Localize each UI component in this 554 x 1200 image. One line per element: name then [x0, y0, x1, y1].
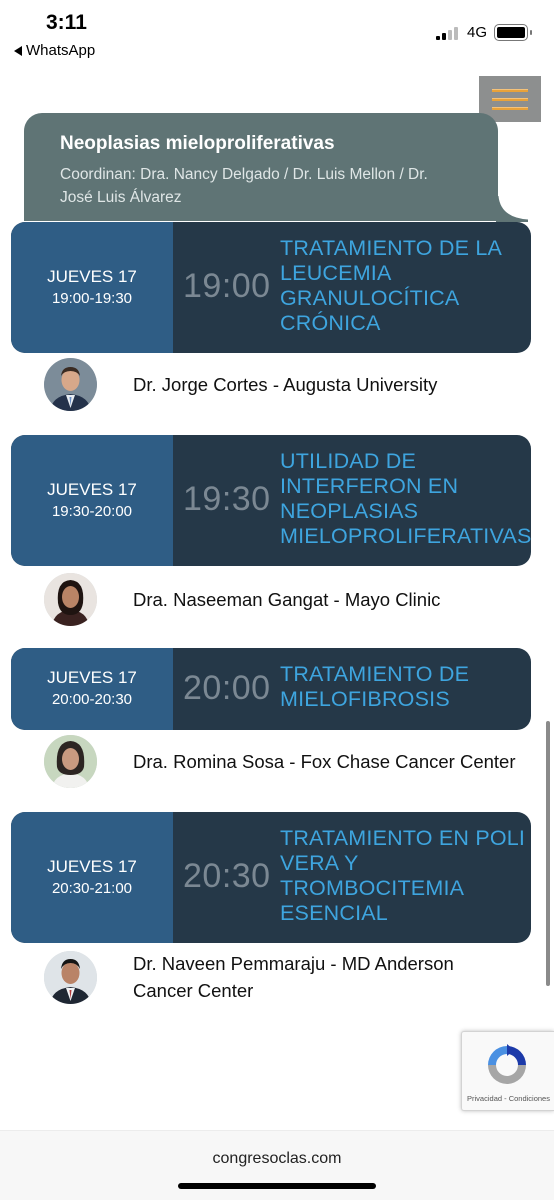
- session-card[interactable]: JUEVES 17 20:30-21:00 20:30 TRATAMIENTO …: [11, 812, 531, 943]
- session-date: JUEVES 17 20:30-21:00: [11, 812, 173, 943]
- clock: 3:11: [46, 11, 87, 34]
- session-title: TRATAMIENTO DE LA LEUCEMIA GRANULOCÍTICA…: [280, 236, 501, 335]
- avatar: [44, 573, 97, 626]
- session-day: JUEVES 17: [47, 479, 137, 499]
- address-bar[interactable]: congresoclas.com: [0, 1150, 554, 1168]
- speaker-row: Dr. Naveen Pemmaraju - MD Anderson Cance…: [44, 950, 544, 1004]
- session-date: JUEVES 17 19:00-19:30: [11, 222, 173, 353]
- speaker-name: Dra. Naseeman Gangat - Mayo Clinic: [133, 589, 441, 610]
- session-range: 19:30-20:00: [51, 502, 133, 520]
- session-title: UTILIDAD DE INTERFERON EN NEOPLASIAS MIE…: [280, 449, 531, 548]
- hamburger-icon: [492, 88, 528, 92]
- speaker-row: Dra. Naseeman Gangat - Mayo Clinic: [44, 573, 544, 626]
- recaptcha-logo-icon: [488, 1044, 526, 1084]
- avatar: [44, 358, 97, 411]
- session-date: JUEVES 17 20:00-20:30: [11, 648, 173, 730]
- session-range: 20:00-20:30: [51, 691, 133, 708]
- session-card[interactable]: JUEVES 17 19:00-19:30 19:00 TRATAMIENTO …: [11, 222, 531, 353]
- session-range: 20:30-21:00: [51, 879, 133, 897]
- back-to-app-link[interactable]: WhatsApp: [14, 42, 95, 59]
- session-hour: 19:00: [183, 267, 271, 305]
- session-hour: 19:30: [183, 480, 271, 518]
- browser-bottom-bar: congresoclas.com: [0, 1130, 554, 1200]
- speaker-name: Dr. Jorge Cortes - Augusta University: [133, 374, 438, 395]
- scrollbar[interactable]: [546, 721, 550, 986]
- header-corner-decoration: [496, 196, 528, 222]
- session-date: JUEVES 17 19:30-20:00: [11, 435, 173, 566]
- session-day: JUEVES 17: [47, 266, 137, 286]
- session-title: TRATAMIENTO DE MIELOFIBROSIS: [280, 662, 470, 711]
- back-app-label: WhatsApp: [26, 42, 96, 59]
- block-header: Neoplasias mieloproliferativas Coordinan…: [24, 113, 498, 221]
- session-hour: 20:00: [183, 669, 271, 707]
- session-title: TRATAMIENTO EN POLI VERA Y TROMBOCITEMIA…: [280, 826, 526, 925]
- speaker-row: Dra. Romina Sosa - Fox Chase Cancer Cent…: [44, 735, 544, 788]
- avatar: [44, 735, 97, 788]
- speaker-row: Dr. Jorge Cortes - Augusta University: [44, 358, 544, 411]
- back-arrow-icon: [14, 45, 22, 56]
- speaker-name: Dra. Romina Sosa - Fox Chase Cancer Cent…: [133, 751, 516, 772]
- signal-icon: [436, 27, 458, 40]
- home-indicator[interactable]: [178, 1183, 376, 1189]
- recaptcha-legal[interactable]: Privacidad - Condiciones: [462, 1094, 554, 1103]
- recaptcha-badge[interactable]: Privacidad - Condiciones: [461, 1031, 554, 1111]
- session-card[interactable]: JUEVES 17 20:00-20:30 20:00 TRATAMIENTO …: [11, 648, 531, 730]
- avatar: [44, 950, 97, 1004]
- status-bar: 3:11 WhatsApp 4G: [0, 0, 554, 66]
- block-title: Neoplasias mieloproliferativas: [60, 133, 335, 154]
- session-card[interactable]: JUEVES 17 19:30-20:00 19:30 UTILIDAD DE …: [11, 435, 531, 566]
- session-hour: 20:30: [183, 857, 271, 895]
- network-type: 4G: [467, 24, 488, 41]
- speaker-name: Dr. Naveen Pemmaraju - MD Anderson Cance…: [133, 953, 454, 1001]
- session-range: 19:00-19:30: [51, 289, 133, 307]
- session-day: JUEVES 17: [47, 856, 137, 876]
- session-day: JUEVES 17: [47, 668, 137, 687]
- block-coordinators: Coordinan: Dra. Nancy Delgado / Dr. Luis…: [60, 166, 428, 206]
- battery-icon: [494, 24, 532, 41]
